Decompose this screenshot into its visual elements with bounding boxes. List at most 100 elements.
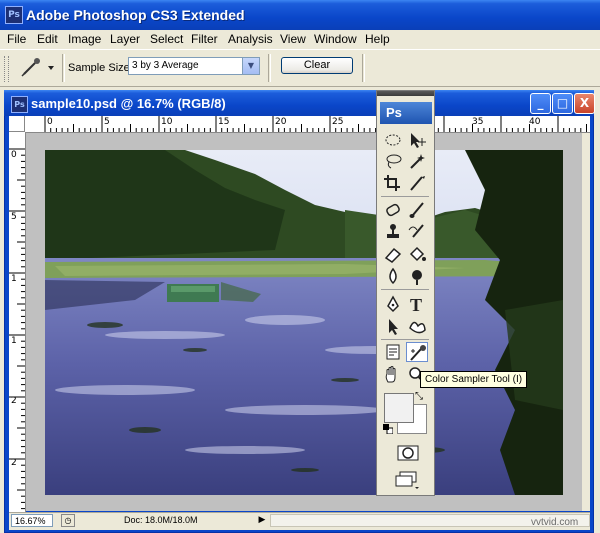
app-title: Adobe Photoshop CS3 Extended [26,7,245,23]
eyedropper-preset-icon [21,58,54,77]
marquee-icon [385,134,401,146]
status-menu-arrow-icon[interactable]: ▶ [256,514,268,527]
clone-stamp-tool[interactable] [382,222,404,242]
options-separator [362,54,365,82]
status-info-icon[interactable]: ◷ [61,514,75,527]
quick-mask-icon [397,445,419,461]
screen-mode-button[interactable] [394,470,420,490]
default-colors-icon[interactable] [383,424,394,435]
menu-window[interactable]: Window [314,32,357,46]
ruler-tick-label: 25 [332,117,344,127]
tools-separator [381,339,429,340]
menu-select[interactable]: Select [150,32,183,46]
move-tool[interactable] [406,130,428,150]
menu-file[interactable]: File [7,32,26,46]
hand-tool[interactable] [382,365,404,385]
tools-separator [381,196,429,197]
ruler-tick-label: 1 [11,274,17,284]
brush-icon [409,202,424,218]
sample-size-label: Sample Size: [68,62,133,74]
menu-help[interactable]: Help [365,32,390,46]
ruler-tick-label: 2 [11,458,17,468]
notes-icon [386,344,400,360]
ruler-tick-label: 35 [472,117,484,127]
menu-view[interactable]: View [280,32,306,46]
options-separator [62,54,65,82]
close-button[interactable]: X [574,93,595,114]
quick-mask-button[interactable] [397,445,419,461]
blur-tool[interactable] [382,266,404,286]
watermark: vvtvid.com [531,517,579,528]
document-size: Doc: 18.0M/18.0M [124,515,198,525]
tool-preset-picker[interactable] [14,56,58,80]
ruler-tick-label: 15 [218,117,230,127]
document-title: sample10.psd @ 16.7% (RGB/8) [31,96,226,111]
healing-brush-icon [386,203,400,217]
slice-tool[interactable] [406,173,428,193]
horizontal-ruler[interactable]: 0 5 10 15 20 25 30 35 40 [9,116,590,133]
marquee-tool[interactable] [382,130,404,150]
custom-shape-icon [409,321,426,334]
ruler-tick-label: 20 [275,117,287,127]
tools-panel-grip[interactable] [377,91,434,96]
pen-tool[interactable] [382,294,404,314]
options-bar-grip[interactable] [4,56,9,82]
brush-tool[interactable] [406,200,428,220]
menu-analysis[interactable]: Analysis [228,32,273,46]
vertical-ruler[interactable]: 0 5 1 1 2 2 [9,132,26,512]
tool-tooltip: Color Sampler Tool (I) [420,371,528,388]
menu-image[interactable]: Image [68,32,101,46]
zoom-level-field[interactable]: 16.67% [11,514,53,527]
options-separator [268,54,271,82]
menu-bar: File Edit Image Layer Select Filter Anal… [0,30,600,48]
sample-size-select[interactable]: 3 by 3 Average ▼ [128,57,260,75]
menu-filter[interactable]: Filter [191,32,218,46]
move-icon [411,133,426,148]
minimize-button[interactable]: _ [530,93,551,114]
vertical-scrollbar[interactable] [582,133,590,511]
paint-bucket-tool[interactable] [406,244,428,264]
ruler-origin[interactable] [9,116,25,132]
ruler-tick-label: 0 [11,150,17,160]
maximize-button[interactable]: □ [552,93,573,114]
menu-edit[interactable]: Edit [37,32,58,46]
path-selection-tool[interactable] [382,316,404,336]
slice-icon [410,176,425,191]
history-brush-tool[interactable] [406,222,428,242]
menu-layer[interactable]: Layer [110,32,140,46]
color-sampler-tool[interactable] [406,342,428,362]
magic-wand-tool[interactable] [406,151,428,171]
history-brush-icon [408,224,424,238]
photoshop-logo[interactable]: Ps [380,102,432,124]
ruler-ticks [9,148,25,510]
chevron-down-icon[interactable]: ▼ [242,58,259,74]
swap-colors-icon[interactable]: ⤡ [415,392,427,404]
document-image[interactable] [45,150,563,495]
dodge-icon [412,270,422,285]
lake-photo [45,150,563,495]
lasso-icon [386,154,402,169]
healing-brush-tool[interactable] [382,200,404,220]
notes-tool[interactable] [382,342,404,362]
lasso-tool[interactable] [382,151,404,171]
ruler-tick-label: 5 [11,212,17,222]
svg-text:T: T [410,295,422,314]
type-tool[interactable]: T [406,294,428,314]
document-icon: Ps [11,96,28,113]
pen-icon [387,295,399,313]
clear-button[interactable]: Clear [281,57,353,74]
ruler-tick-label: 0 [47,117,53,127]
crop-icon [384,175,400,191]
foreground-color-swatch[interactable] [384,393,414,423]
color-sampler-icon [410,345,426,361]
screen-mode-icon [395,471,419,489]
paint-bucket-icon [409,246,426,262]
custom-shape-tool[interactable] [406,316,428,336]
dodge-tool[interactable] [406,266,428,286]
tools-separator [381,289,429,290]
photoshop-app-icon: Ps [5,6,23,24]
blur-icon [389,267,397,285]
ruler-tick-label: 10 [161,117,173,127]
crop-tool[interactable] [382,173,404,193]
eraser-tool[interactable] [382,244,404,264]
